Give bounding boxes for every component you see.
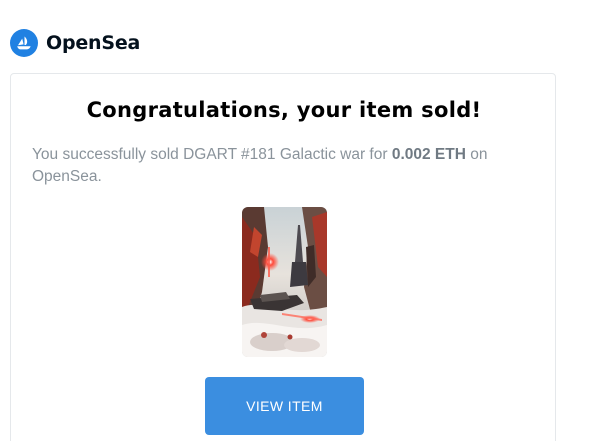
view-item-button[interactable]: VIEW ITEM xyxy=(205,377,364,435)
opensea-logo-icon xyxy=(10,29,38,57)
brand-header[interactable]: OpenSea xyxy=(10,28,140,58)
headline: Congratulations, your item sold! xyxy=(86,98,482,122)
sale-price: 0.002 ETH xyxy=(391,146,466,163)
message-prefix: You successfully sold DGART #181 Galacti… xyxy=(32,146,392,163)
sale-message: You successfully sold DGART #181 Galacti… xyxy=(32,144,522,188)
email-page: OpenSea Congratulations, your item sold!… xyxy=(0,0,597,441)
sale-notification-card: Congratulations, your item sold! You suc… xyxy=(10,73,556,441)
brand-name: OpenSea xyxy=(46,32,141,54)
nft-artwork-image[interactable] xyxy=(242,207,327,357)
